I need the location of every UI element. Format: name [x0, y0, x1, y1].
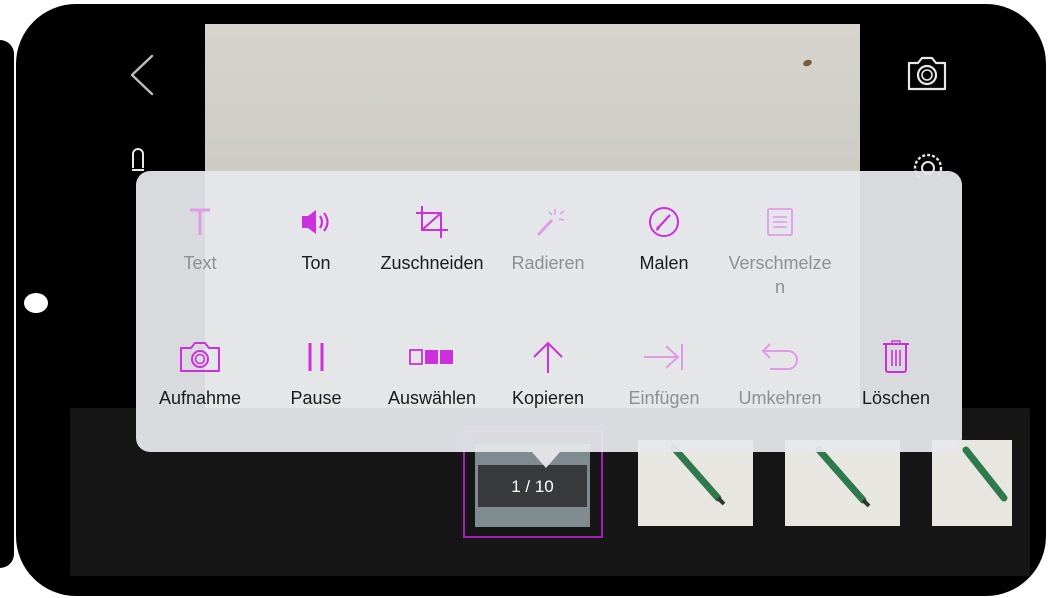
menu-item-kopieren[interactable]: Kopieren	[488, 340, 608, 410]
home-indicator-dot	[24, 293, 48, 313]
menu-pointer	[532, 452, 560, 468]
magic-wand-icon	[536, 209, 565, 237]
back-chevron-icon[interactable]	[124, 52, 164, 98]
pencil-circle-icon	[649, 207, 679, 237]
crop-icon	[416, 206, 448, 238]
preview-speck	[802, 58, 813, 68]
frame-thumbnail-3[interactable]	[785, 440, 900, 526]
merge-icon	[767, 208, 793, 236]
menu-item-verschmelzen[interactable]: Verschmelzen	[720, 205, 840, 299]
menu-item-label: Einfügen	[628, 388, 700, 408]
trash-icon	[883, 340, 909, 373]
menu-item-label: Zuschneiden	[380, 253, 484, 273]
insert-arrow-icon	[644, 344, 683, 370]
camera-switch-icon[interactable]	[905, 53, 949, 93]
arrow-up-icon	[533, 341, 563, 373]
menu-item-ton[interactable]: Ton	[256, 205, 376, 275]
menu-item-umkehren[interactable]: Umkehren	[720, 340, 840, 410]
menu-item-label: Verschmelzen	[728, 253, 832, 297]
menu-item-pause[interactable]: Pause	[256, 340, 376, 410]
pause-icon	[308, 343, 324, 371]
menu-item-label: Pause	[290, 388, 342, 408]
device-left-edge	[0, 40, 14, 568]
menu-item-radieren[interactable]: Radieren	[488, 205, 608, 275]
menu-item-label: Umkehren	[738, 388, 822, 408]
menu-item-label: Aufnahme	[158, 388, 242, 408]
menu-item-label: Auswählen	[387, 388, 477, 408]
frame-thumbnail-2[interactable]	[638, 440, 753, 526]
menu-item-aufnahme[interactable]: Aufnahme	[140, 340, 260, 410]
menu-item-auswaehlen[interactable]: Auswählen	[372, 340, 492, 410]
camera-icon	[180, 342, 220, 372]
undo-icon	[761, 343, 798, 370]
frame-counter-badge: 1 / 10	[478, 465, 587, 507]
lightbulb-icon[interactable]	[128, 146, 148, 172]
menu-item-label: Radieren	[511, 253, 585, 273]
frame-thumbnail-4[interactable]	[932, 440, 1012, 526]
menu-item-label: Kopieren	[511, 388, 585, 408]
menu-item-text[interactable]: Text	[140, 205, 260, 275]
menu-item-label: Ton	[301, 253, 331, 273]
speaker-icon	[302, 210, 329, 234]
menu-item-zuschneiden[interactable]: Zuschneiden	[372, 205, 492, 275]
menu-item-label: Malen	[639, 253, 689, 273]
menu-item-label: Löschen	[861, 388, 931, 408]
menu-item-loeschen[interactable]: Löschen	[836, 340, 956, 410]
menu-item-einfuegen[interactable]: Einfügen	[604, 340, 724, 410]
select-frames-icon	[409, 349, 453, 365]
text-icon	[190, 208, 210, 235]
menu-item-label: Text	[183, 253, 217, 273]
menu-item-malen[interactable]: Malen	[604, 205, 724, 275]
